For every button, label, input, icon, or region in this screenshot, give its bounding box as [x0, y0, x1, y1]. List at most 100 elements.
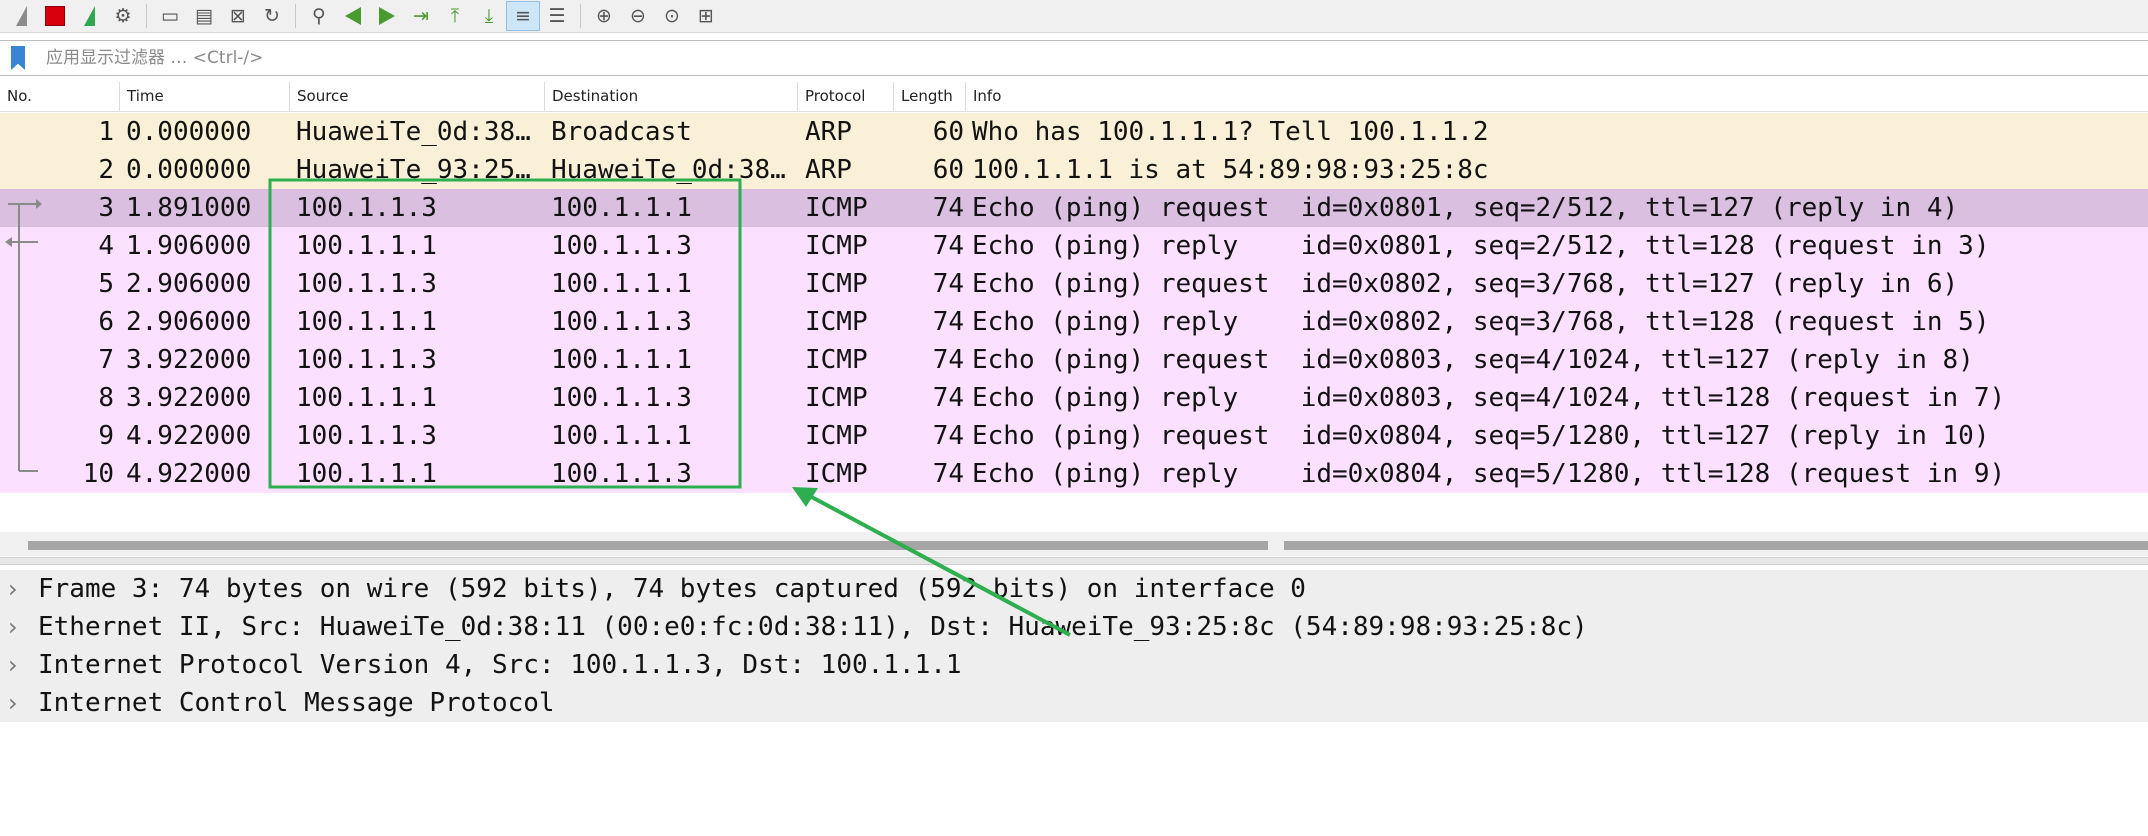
go-back-icon[interactable]: [336, 1, 370, 31]
packet-protocol: ARP: [805, 117, 852, 147]
chevron-right-icon[interactable]: ›: [8, 646, 26, 684]
start-capture-icon[interactable]: [4, 1, 38, 31]
packet-source: 100.1.1.3: [296, 345, 437, 375]
packet-info: Echo (ping) reply id=0x0804, seq=5/1280,…: [972, 459, 2006, 489]
go-last-packet-icon[interactable]: ⤓: [472, 1, 506, 31]
packet-length: 60: [932, 117, 964, 147]
packet-length: 74: [932, 307, 964, 337]
display-filter-input[interactable]: [36, 41, 2148, 75]
detail-text: Ethernet II, Src: HuaweiTe_0d:38:11 (00:…: [38, 612, 1588, 642]
packet-time: 0.000000: [126, 155, 252, 185]
detail-row-frame[interactable]: › Frame 3: 74 bytes on wire (592 bits), …: [0, 570, 2148, 608]
packet-length: 74: [932, 269, 964, 299]
packet-protocol: ICMP: [805, 383, 868, 413]
packet-length: 74: [932, 421, 964, 451]
resize-columns-icon[interactable]: ⊞: [689, 1, 723, 31]
bookmark-icon[interactable]: [0, 41, 36, 75]
column-header-protocol[interactable]: Protocol: [798, 82, 894, 111]
detail-row-ipv4[interactable]: › Internet Protocol Version 4, Src: 100.…: [0, 646, 2148, 684]
detail-row-ethernet[interactable]: › Ethernet II, Src: HuaweiTe_0d:38:11 (0…: [0, 608, 2148, 646]
packet-source: 100.1.1.1: [296, 383, 437, 413]
colorize-icon[interactable]: ☰: [540, 1, 574, 31]
restart-capture-icon[interactable]: [72, 1, 106, 31]
column-header-source[interactable]: Source: [290, 82, 545, 111]
packet-protocol: ICMP: [805, 231, 868, 261]
reload-file-icon[interactable]: ↻: [255, 1, 289, 31]
packet-list-horizontal-scrollbar[interactable]: [0, 532, 2148, 556]
packet-info: Echo (ping) request id=0x0803, seq=4/102…: [972, 345, 1974, 375]
packet-row[interactable]: 6 2.906000 100.1.1.1 100.1.1.3 ICMP 74 Echo (p…: [0, 303, 2148, 341]
packet-destination: HuaweiTe_0d:38…: [551, 155, 786, 185]
find-packet-icon[interactable]: ⚲: [302, 1, 336, 31]
packet-info: Echo (ping) reply id=0x0803, seq=4/1024,…: [972, 383, 2006, 413]
open-file-icon[interactable]: ▭: [153, 1, 187, 31]
packet-protocol: ICMP: [805, 459, 868, 489]
save-file-icon[interactable]: ▤: [187, 1, 221, 31]
packet-info: Echo (ping) reply id=0x0802, seq=3/768, …: [972, 307, 1990, 337]
zoom-out-icon[interactable]: ⊖: [621, 1, 655, 31]
packet-length: 74: [932, 345, 964, 375]
capture-options-icon[interactable]: ⚙: [106, 1, 140, 31]
packet-time: 3.922000: [126, 383, 252, 413]
column-header-info[interactable]: Info: [966, 82, 2148, 111]
packet-info: Echo (ping) request id=0x0802, seq=3/768…: [972, 269, 1959, 299]
packet-length: 74: [932, 459, 964, 489]
packet-info: 100.1.1.1 is at 54:89:98:93:25:8c: [972, 155, 1489, 185]
packet-row[interactable]: 10 4.922000 100.1.1.1 100.1.1.3 ICMP 74 Echo (…: [0, 455, 2148, 493]
packet-row[interactable]: 1 0.000000 HuaweiTe_0d:38… Broadcast ARP 60 Wh…: [0, 113, 2148, 151]
pane-splitter[interactable]: [0, 557, 2148, 565]
packet-row[interactable]: 3 1.891000 100.1.1.3 100.1.1.1 ICMP 74 Echo (p…: [0, 189, 2148, 227]
packet-destination: 100.1.1.1: [551, 421, 692, 451]
detail-text: Internet Protocol Version 4, Src: 100.1.…: [38, 650, 962, 680]
normal-size-icon[interactable]: ⊙: [655, 1, 689, 31]
chevron-right-icon[interactable]: ›: [8, 684, 26, 722]
detail-text: Frame 3: 74 bytes on wire (592 bits), 74…: [38, 574, 1306, 604]
packet-protocol: ICMP: [805, 193, 868, 223]
toolbar-divider: [146, 4, 147, 28]
packet-details-pane: › Frame 3: 74 bytes on wire (592 bits), …: [0, 570, 2148, 722]
packet-info: Echo (ping) request id=0x0801, seq=2/512…: [972, 193, 1959, 223]
packet-protocol: ICMP: [805, 307, 868, 337]
packet-source: 100.1.1.1: [296, 231, 437, 261]
packet-destination: Broadcast: [551, 117, 692, 147]
packet-list: No. Time Source Destination Protocol Len…: [0, 82, 2148, 562]
close-file-icon[interactable]: ⊠: [221, 1, 255, 31]
packet-row[interactable]: 8 3.922000 100.1.1.1 100.1.1.3 ICMP 74 Echo (p…: [0, 379, 2148, 417]
packet-protocol: ICMP: [805, 345, 868, 375]
packet-time: 2.906000: [126, 307, 252, 337]
zoom-in-icon[interactable]: ⊕: [587, 1, 621, 31]
column-header-destination[interactable]: Destination: [545, 82, 798, 111]
auto-scroll-icon[interactable]: ≡: [506, 1, 540, 31]
chevron-right-icon[interactable]: ›: [8, 608, 26, 646]
go-forward-icon[interactable]: [370, 1, 404, 31]
packet-list-header: No. Time Source Destination Protocol Len…: [0, 82, 2148, 112]
packet-time: 4.922000: [126, 459, 252, 489]
scrollbar-thumb-right[interactable]: [1284, 541, 2148, 550]
packet-destination: 100.1.1.1: [551, 193, 692, 223]
packet-source: 100.1.1.1: [296, 459, 437, 489]
packet-row[interactable]: 9 4.922000 100.1.1.3 100.1.1.1 ICMP 74 Echo (p…: [0, 417, 2148, 455]
packet-time: 1.906000: [126, 231, 252, 261]
go-first-packet-icon[interactable]: ⤒: [438, 1, 472, 31]
detail-row-icmp[interactable]: › Internet Control Message Protocol: [0, 684, 2148, 722]
packet-length: 74: [932, 383, 964, 413]
main-toolbar: ⚙ ▭ ▤ ⊠ ↻ ⚲ ⇥ ⤒ ⤓ ≡ ☰ ⊕ ⊖ ⊙ ⊞: [0, 0, 2148, 33]
stop-capture-icon[interactable]: [38, 1, 72, 31]
packet-source: HuaweiTe_93:25…: [296, 155, 531, 185]
packet-row[interactable]: 7 3.922000 100.1.1.3 100.1.1.1 ICMP 74 Echo (p…: [0, 341, 2148, 379]
toolbar-divider: [295, 4, 296, 28]
chevron-right-icon[interactable]: ›: [8, 570, 26, 608]
conversation-indicator: [5, 199, 42, 472]
packet-source: 100.1.1.1: [296, 307, 437, 337]
packet-row[interactable]: 4 1.906000 100.1.1.1 100.1.1.3 ICMP 74 Echo (p…: [0, 227, 2148, 265]
packet-source: 100.1.1.3: [296, 193, 437, 223]
packet-row[interactable]: 5 2.906000 100.1.1.3 100.1.1.1 ICMP 74 Echo (p…: [0, 265, 2148, 303]
packet-time: 4.922000: [126, 421, 252, 451]
column-header-length[interactable]: Length: [894, 82, 966, 111]
column-header-time[interactable]: Time: [120, 82, 290, 111]
go-to-packet-icon[interactable]: ⇥: [404, 1, 438, 31]
display-filter-bar: [0, 40, 2148, 76]
scrollbar-thumb-left[interactable]: [28, 541, 1268, 550]
detail-text: Internet Control Message Protocol: [38, 688, 555, 718]
packet-row[interactable]: 2 0.000000 HuaweiTe_93:25… HuaweiTe_0d:38… A…: [0, 151, 2148, 189]
